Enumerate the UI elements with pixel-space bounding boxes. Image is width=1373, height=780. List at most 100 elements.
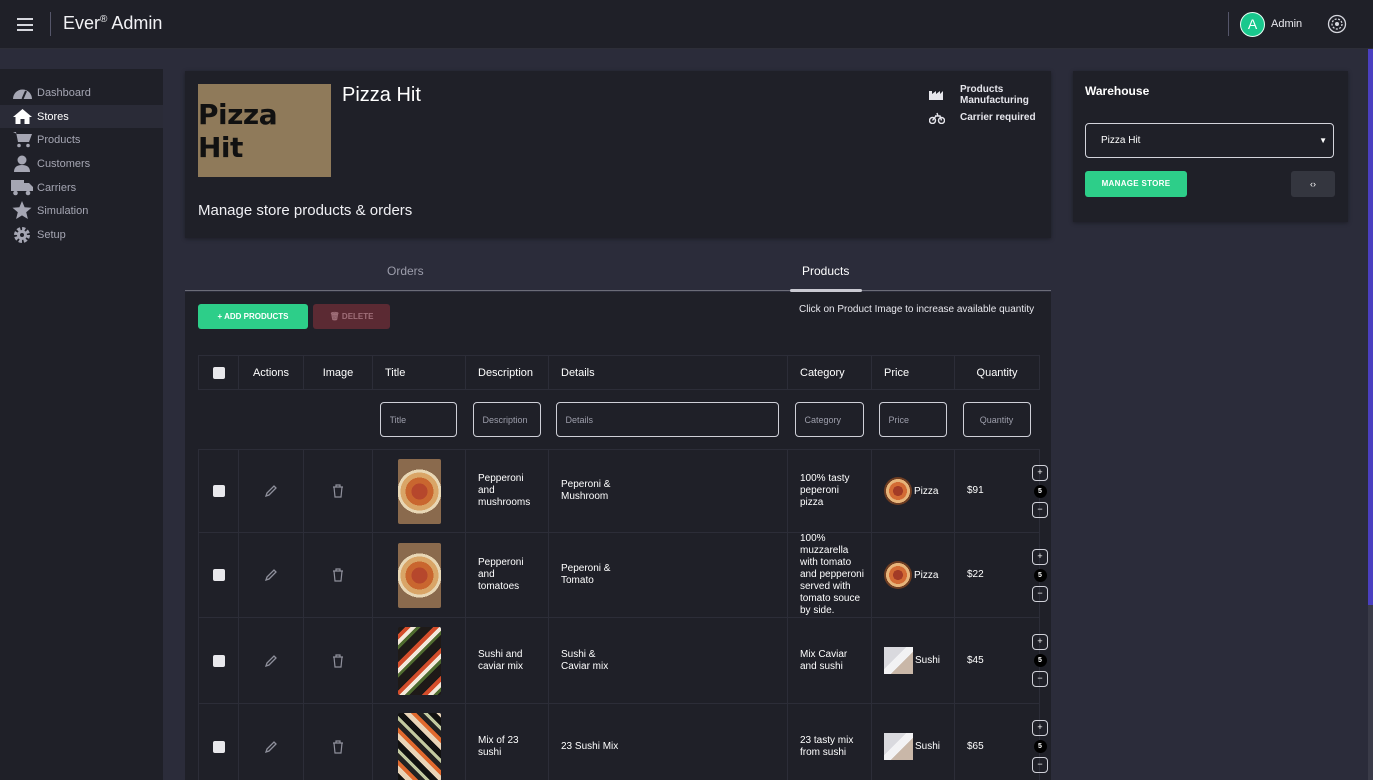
column-header[interactable]: Description xyxy=(465,355,549,390)
product-description: Sushi & xyxy=(561,648,596,660)
trash-icon[interactable] xyxy=(332,568,344,582)
store-subtitle: Manage store products & orders xyxy=(198,202,413,219)
trash-icon[interactable] xyxy=(332,484,344,498)
decrease-quantity-button[interactable]: − xyxy=(1032,585,1048,602)
column-header[interactable]: Category xyxy=(787,355,872,390)
increase-quantity-button[interactable]: + xyxy=(1032,634,1048,650)
quantity-badge: 5 xyxy=(1033,740,1047,753)
filter-row xyxy=(198,389,1040,450)
sidebar-item-label: Stores xyxy=(37,110,69,123)
product-category: Sushi xyxy=(915,741,941,752)
feature-carrier: Carrier required xyxy=(929,112,1036,124)
table-row[interactable]: Pepperoni and mushrooms Peperoni & Mushroo… xyxy=(198,449,1048,533)
increase-quantity-button[interactable]: + xyxy=(1032,464,1048,481)
product-title: Pepperoni and xyxy=(478,473,524,496)
add-products-button[interactable]: + ADD PRODUCTS xyxy=(198,304,308,329)
products-table: Actions Image Title Description Details … xyxy=(198,355,1048,780)
column-header[interactable]: Image xyxy=(303,355,373,390)
manage-store-button[interactable]: MANAGE STORE xyxy=(1085,171,1187,197)
column-header[interactable]: Actions xyxy=(238,355,304,390)
row-checkbox[interactable] xyxy=(212,654,225,667)
increase-quantity-button[interactable]: + xyxy=(1032,720,1048,736)
trash-icon[interactable] xyxy=(332,739,344,754)
product-image[interactable] xyxy=(397,458,441,524)
row-checkbox[interactable] xyxy=(212,740,225,753)
product-image[interactable] xyxy=(397,712,441,780)
column-header[interactable]: Details xyxy=(548,355,788,390)
user-name[interactable]: Admin xyxy=(1271,18,1302,30)
edit-icon[interactable] xyxy=(264,484,278,498)
select-all-checkbox[interactable] xyxy=(212,366,225,379)
quantity-badge: 5 xyxy=(1033,568,1047,582)
title-filter-input[interactable] xyxy=(379,402,457,437)
decrease-quantity-button[interactable]: − xyxy=(1032,671,1048,687)
feature-manufacturing: Products Manufacturing xyxy=(929,84,1029,106)
delete-button[interactable]: 🗑 DELETE xyxy=(313,304,390,329)
column-header[interactable]: Title xyxy=(372,355,466,390)
product-title: Pepperoni and xyxy=(478,557,524,580)
table-row[interactable]: Pepperoni and tomatoes Peperoni & Tomato 1… xyxy=(198,532,1048,618)
product-price: $22 xyxy=(954,532,1040,618)
product-category: Pizza xyxy=(914,485,939,497)
category-filter-input[interactable] xyxy=(794,402,864,437)
dashboard-icon xyxy=(11,84,33,102)
truck-icon xyxy=(11,179,33,197)
row-checkbox[interactable] xyxy=(212,569,225,581)
details-filter-input[interactable] xyxy=(555,402,779,437)
trash-icon[interactable] xyxy=(332,653,344,668)
code-button[interactable]: ‹› xyxy=(1291,171,1335,197)
product-price: $91 xyxy=(954,449,1040,533)
product-category: Pizza xyxy=(914,569,939,581)
settings-icon[interactable] xyxy=(1327,14,1347,34)
warehouse-card: Warehouse Pizza Hit ▼ MANAGE STORE ‹› xyxy=(1073,71,1348,222)
sidebar: Dashboard Stores Products Customers Carr… xyxy=(0,69,163,780)
product-price: $65 xyxy=(954,703,1040,780)
menu-toggle-icon[interactable] xyxy=(17,18,33,31)
sidebar-item-setup[interactable]: Setup xyxy=(0,223,163,246)
product-title: Sushi and xyxy=(478,648,523,660)
sidebar-item-stores[interactable]: Stores xyxy=(0,105,163,128)
sidebar-item-label: Customers xyxy=(37,157,91,170)
product-details: 100% muzzarella with tomato and pepperon… xyxy=(800,533,864,580)
product-title: Mix of 23 xyxy=(478,734,519,746)
sidebar-item-label: Simulation xyxy=(37,204,89,217)
sidebar-item-label: Carriers xyxy=(37,181,77,194)
product-description: Peperoni & xyxy=(561,563,611,574)
quantity-badge: 5 xyxy=(1033,654,1047,667)
price-filter-input[interactable] xyxy=(878,402,947,437)
table-row[interactable]: Mix of 23 sushi 23 Sushi Mix 23 tasty mix… xyxy=(198,703,1048,780)
warehouse-select[interactable]: Pizza Hit ▼ xyxy=(1085,123,1334,158)
avatar[interactable]: A xyxy=(1240,12,1265,37)
row-checkbox[interactable] xyxy=(212,485,225,497)
store-logo: Pizza Hit xyxy=(198,84,331,177)
product-image[interactable] xyxy=(397,626,441,695)
description-filter-input[interactable] xyxy=(472,402,541,437)
edit-icon[interactable] xyxy=(264,654,278,668)
sidebar-item-dashboard[interactable]: Dashboard xyxy=(0,81,163,104)
tab-products[interactable]: Products xyxy=(802,264,849,278)
sidebar-item-carriers[interactable]: Carriers xyxy=(0,176,163,199)
column-header[interactable]: Quantity xyxy=(954,355,1040,390)
edit-icon[interactable] xyxy=(264,568,278,582)
table-row[interactable]: Sushi and caviar mix Sushi & Caviar mix Mi… xyxy=(198,617,1048,704)
motorcycle-icon xyxy=(929,112,945,124)
decrease-quantity-button[interactable]: − xyxy=(1032,501,1048,518)
quantity-filter-input[interactable] xyxy=(962,402,1031,437)
table-header-row: Actions Image Title Description Details … xyxy=(198,355,1040,390)
app-title: Ever® Admin xyxy=(63,13,163,33)
product-details: Mix Caviar and sushi xyxy=(800,648,848,672)
increase-quantity-button[interactable]: + xyxy=(1032,548,1048,565)
decrease-quantity-button[interactable]: − xyxy=(1032,757,1048,773)
sidebar-item-label: Products xyxy=(37,133,81,146)
factory-icon xyxy=(929,91,943,100)
edit-icon[interactable] xyxy=(264,740,278,754)
sidebar-item-products[interactable]: Products xyxy=(0,128,163,151)
tab-divider xyxy=(185,290,1051,291)
column-header[interactable]: Price xyxy=(871,355,955,390)
sidebar-item-customers[interactable]: Customers xyxy=(0,152,163,175)
product-image[interactable] xyxy=(397,542,441,608)
page-scrollbar[interactable] xyxy=(1368,49,1373,780)
category-pizza-icon xyxy=(884,561,912,589)
tab-orders[interactable]: Orders xyxy=(387,264,424,278)
sidebar-item-simulation[interactable]: Simulation xyxy=(0,199,163,222)
